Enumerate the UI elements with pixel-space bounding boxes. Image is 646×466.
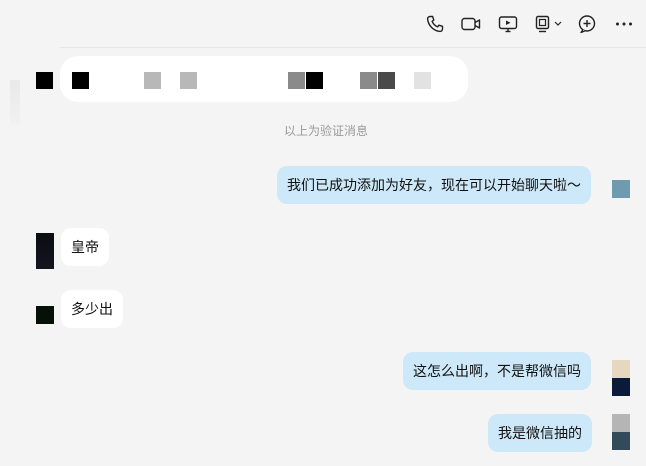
add-member-icon[interactable] [575, 12, 599, 36]
avatar[interactable] [612, 414, 630, 450]
verification-message-card [60, 56, 468, 102]
redacted-pixel [306, 72, 323, 89]
message-bubble-outgoing[interactable]: 我是微信抽的 [488, 414, 592, 452]
toolbar-divider [60, 47, 646, 48]
redacted-pixel [360, 72, 377, 89]
redacted-pixel [144, 72, 161, 89]
avatar[interactable] [612, 180, 630, 198]
redacted-pixel [288, 72, 305, 89]
avatar[interactable] [36, 233, 54, 269]
message-bubble-outgoing[interactable]: 我们已成功添加为好友，现在可以开始聊天啦～ [277, 166, 591, 204]
message-bubble-incoming[interactable]: 多少出 [61, 290, 123, 328]
chat-toolbar [0, 0, 646, 48]
sidebar-shadow [10, 80, 20, 125]
remote-assist-icon[interactable] [533, 12, 565, 36]
redacted-pixel [72, 72, 89, 89]
verification-note: 以上为验证消息 [283, 124, 368, 138]
message-bubble-incoming[interactable]: 皇帝 [61, 228, 109, 266]
avatar[interactable] [612, 360, 630, 396]
avatar[interactable] [36, 306, 54, 324]
redacted-pixel [378, 72, 395, 89]
redacted-pixel [414, 72, 431, 89]
screen-share-icon[interactable] [496, 12, 520, 36]
more-icon[interactable] [612, 12, 636, 36]
avatar [36, 72, 53, 89]
video-call-icon[interactable] [459, 12, 483, 36]
phone-icon[interactable] [423, 12, 447, 36]
redacted-pixel [180, 72, 197, 89]
message-bubble-outgoing[interactable]: 这怎么出啊，不是帮微信吗 [403, 352, 591, 390]
